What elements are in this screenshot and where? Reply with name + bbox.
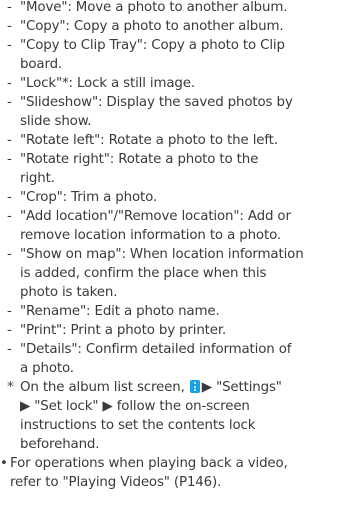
- footnote-settings-text: "Settings": [216, 380, 282, 395]
- dash-marker: -: [7, 19, 12, 34]
- arrow-right-icon: ▶: [201, 380, 212, 395]
- menu-item-show-on-map-text-continued: is added, confirm the place when this: [20, 266, 267, 281]
- footnote-line: On the album list screen, ▶ "Settings": [20, 379, 282, 397]
- bullet-marker: •: [0, 456, 8, 471]
- menu-item-show-on-map-text-continued: photo is taken.: [20, 285, 118, 300]
- dash-marker: -: [7, 95, 12, 110]
- menu-item-crop-text: "Crop": Trim a photo.: [20, 190, 158, 205]
- menu-item-slideshow-text: "Slideshow": Display the saved photos by: [20, 95, 293, 110]
- menu-item-rename-text: "Rename": Edit a photo name.: [20, 304, 220, 319]
- footnote-line: ▶ "Set lock" ▶ follow the on-screen: [20, 398, 250, 416]
- menu-item-rotate-right-text-continued: right.: [20, 171, 55, 186]
- menu-item-add-location-text-continued: remove location information to a photo.: [20, 228, 281, 243]
- menu-item-add-location-text: "Add location"/"Remove location": Add or: [20, 209, 291, 224]
- menu-item-lock-text: "Lock"*: Lock a still image.: [20, 76, 195, 91]
- dash-marker: -: [7, 190, 12, 205]
- dash-marker: -: [7, 38, 12, 53]
- dash-marker: -: [7, 247, 12, 262]
- menu-item-show-on-map-text: "Show on map": When location information: [20, 247, 304, 262]
- arrow-right-icon: ▶: [102, 399, 113, 414]
- footnote-text: follow the on-screen: [116, 399, 250, 414]
- dash-marker: -: [7, 76, 12, 91]
- menu-item-details-text: "Details": Confirm detailed information …: [20, 342, 292, 357]
- menu-item-rotate-left-text: "Rotate left": Rotate a photo to the lef…: [20, 133, 278, 148]
- dash-marker: -: [7, 342, 12, 357]
- menu-item-rotate-right-text: "Rotate right": Rotate a photo to the: [20, 152, 259, 167]
- manual-page: - "Move": Move a photo to another album.…: [0, 0, 354, 520]
- asterisk-marker: *: [7, 380, 14, 395]
- footnote-set-lock-text: "Set lock": [34, 399, 99, 414]
- bullet-item-text: For operations when playing back a video…: [10, 456, 288, 471]
- menu-item-details-text-continued: a photo.: [20, 361, 74, 376]
- dash-marker: -: [7, 0, 12, 15]
- dash-marker: -: [7, 304, 12, 319]
- menu-item-move-text: "Move": Move a photo to another album.: [20, 0, 288, 15]
- dash-marker: -: [7, 133, 12, 148]
- menu-item-slideshow-text-continued: slide show.: [20, 114, 92, 129]
- dash-marker: -: [7, 152, 12, 167]
- menu-icon: [189, 380, 200, 393]
- menu-item-copy-text: "Copy": Copy a photo to another album.: [20, 19, 284, 34]
- menu-item-copy-to-clip-tray-text-continued: board.: [20, 57, 63, 72]
- menu-item-copy-to-clip-tray-text: "Copy to Clip Tray": Copy a photo to Cli…: [20, 38, 285, 53]
- footnote-text: On the album list screen,: [20, 380, 185, 395]
- menu-item-print-text: "Print": Print a photo by printer.: [20, 323, 227, 338]
- bullet-item-text-continued: refer to "Playing Videos" (P146).: [10, 475, 222, 490]
- footnote-text: beforehand.: [20, 437, 100, 452]
- footnote-text: instructions to set the contents lock: [20, 418, 256, 433]
- arrow-right-icon: ▶: [20, 399, 31, 414]
- dash-marker: -: [7, 209, 12, 224]
- dash-marker: -: [7, 323, 12, 338]
